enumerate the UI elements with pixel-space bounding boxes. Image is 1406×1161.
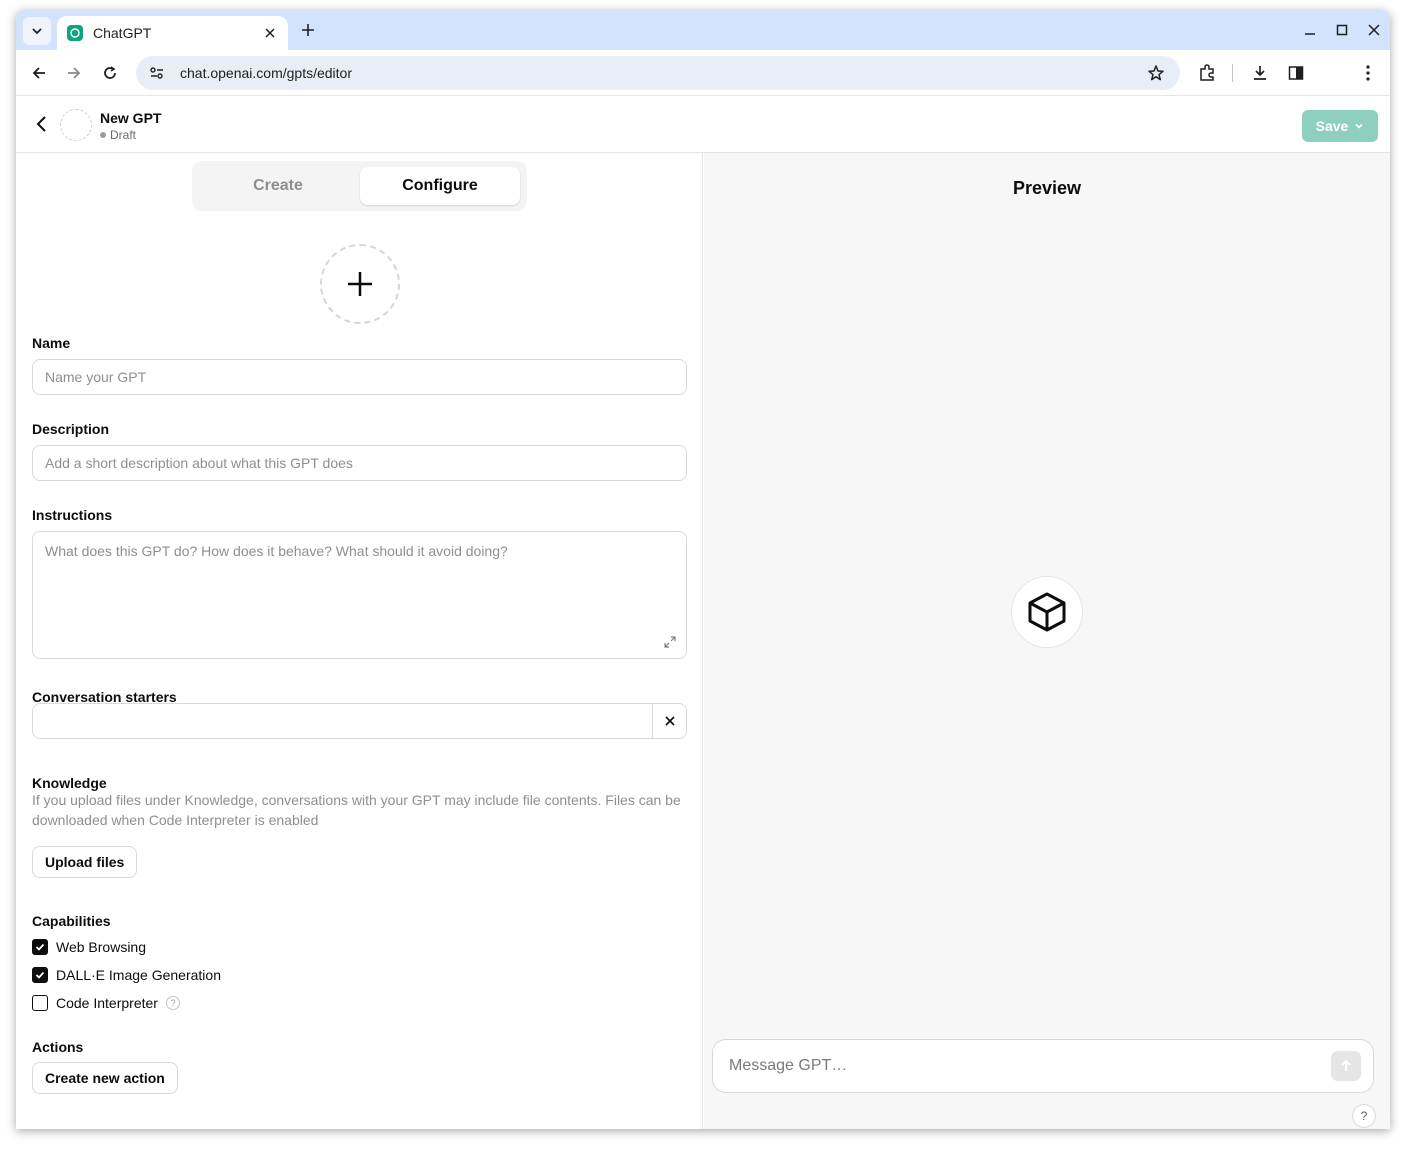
window-close-icon[interactable] — [1364, 20, 1384, 40]
plus-icon[interactable] — [298, 20, 318, 40]
reload-icon[interactable] — [99, 62, 121, 84]
plus-icon — [348, 272, 372, 296]
browser-toolbar: chat.openai.com/gpts/editor — [16, 50, 1390, 96]
browser-window: ChatGPT chat.openai.com/gpts/editor New … — [16, 10, 1390, 1129]
star-icon[interactable] — [1146, 63, 1166, 83]
conversation-starter-input[interactable] — [33, 704, 652, 738]
maximize-icon[interactable] — [1332, 20, 1352, 40]
close-icon — [664, 716, 675, 726]
save-label: Save — [1315, 118, 1349, 134]
chevron-left-icon[interactable] — [30, 113, 52, 135]
capabilities-label: Capabilities — [32, 913, 111, 929]
status-text: Draft — [110, 128, 137, 142]
capability-label: Code Interpreter — [56, 995, 158, 1011]
web-browsing-checkbox[interactable] — [32, 939, 48, 955]
message-input[interactable] — [729, 1057, 1331, 1075]
tab-strip: ChatGPT — [16, 10, 1390, 50]
side-panel-icon[interactable] — [1285, 62, 1307, 84]
code-interpreter-checkbox[interactable] — [32, 995, 48, 1011]
actions-label: Actions — [32, 1039, 84, 1055]
upload-files-button[interactable]: Upload files — [32, 846, 138, 878]
checkmark-icon — [35, 943, 45, 951]
more-vertical-icon[interactable] — [1357, 62, 1379, 84]
send-button[interactable] — [1331, 1051, 1361, 1081]
capability-label: Web Browsing — [56, 939, 147, 955]
remove-starter-button[interactable] — [652, 704, 686, 738]
status-badge: Draft — [100, 128, 136, 142]
mode-tabs: Create Configure — [192, 161, 527, 211]
browser-tab[interactable]: ChatGPT — [57, 16, 288, 50]
arrow-up-icon — [1341, 1059, 1351, 1071]
tab-search-icon[interactable] — [23, 17, 51, 45]
description-input[interactable] — [32, 445, 687, 481]
toolbar-divider — [1232, 64, 1233, 82]
forward-arrow-icon[interactable] — [63, 62, 85, 84]
message-composer — [712, 1039, 1374, 1093]
download-icon[interactable] — [1249, 62, 1271, 84]
cube-icon — [1011, 576, 1083, 648]
expand-icon[interactable] — [663, 635, 677, 649]
tab-title: ChatGPT — [93, 25, 152, 41]
address-bar[interactable]: chat.openai.com/gpts/editor — [136, 56, 1180, 90]
close-icon[interactable] — [262, 25, 278, 41]
minimize-icon[interactable] — [1300, 20, 1320, 40]
name-label: Name — [32, 335, 71, 351]
capability-label: DALL·E Image Generation — [56, 967, 221, 983]
conversation-starter-row — [32, 703, 687, 739]
save-button[interactable]: Save — [1302, 110, 1378, 142]
chevron-down-icon — [1355, 123, 1363, 129]
editor-header: New GPT Draft Save — [16, 97, 1390, 153]
create-new-action-button[interactable]: Create new action — [32, 1062, 178, 1094]
description-label: Description — [32, 421, 110, 437]
dalle-checkbox[interactable] — [32, 967, 48, 983]
help-button[interactable]: ? — [1352, 1104, 1376, 1128]
instructions-textarea[interactable] — [32, 531, 687, 659]
knowledge-label: Knowledge — [32, 775, 107, 791]
extensions-icon[interactable] — [1196, 62, 1218, 84]
capability-code-interpreter[interactable]: Code Interpreter ? — [32, 993, 180, 1013]
knowledge-help-text: If you upload files under Knowledge, con… — [32, 792, 681, 828]
back-arrow-icon[interactable] — [28, 62, 50, 84]
chatgpt-favicon-icon — [67, 25, 83, 41]
gpt-avatar-placeholder — [60, 109, 92, 141]
instructions-label: Instructions — [32, 507, 113, 523]
site-settings-icon[interactable] — [148, 64, 166, 82]
name-input[interactable] — [32, 359, 687, 395]
capability-dalle[interactable]: DALL·E Image Generation — [32, 965, 221, 985]
status-dot-icon — [100, 132, 106, 138]
preview-panel: Preview ? — [704, 153, 1390, 1129]
preview-title: Preview — [1012, 178, 1082, 198]
configure-panel: Create Configure Name Description Instru… — [16, 153, 703, 1129]
tab-configure[interactable]: Configure — [360, 167, 520, 205]
tab-create[interactable]: Create — [198, 167, 358, 205]
avatar-upload-button[interactable] — [320, 244, 400, 324]
checkmark-icon — [35, 971, 45, 979]
url-text: chat.openai.com/gpts/editor — [180, 65, 352, 81]
question-icon[interactable]: ? — [165, 996, 180, 1010]
capability-web-browsing[interactable]: Web Browsing — [32, 937, 146, 957]
gpt-name: New GPT — [100, 110, 162, 126]
